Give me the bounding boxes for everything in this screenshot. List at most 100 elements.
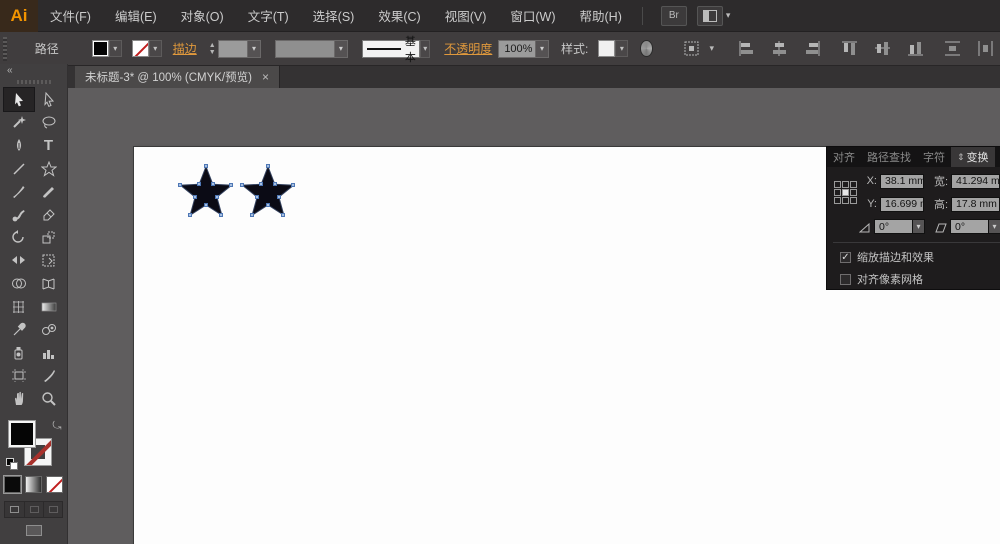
fill-swatch[interactable] <box>92 40 109 57</box>
collapse-panel-icon[interactable]: « <box>0 64 67 77</box>
gradient-tool[interactable] <box>34 295 64 318</box>
bridge-icon[interactable]: Br <box>661 6 687 26</box>
recolor-artwork-icon[interactable] <box>640 40 653 57</box>
line-segment-tool[interactable] <box>4 157 34 180</box>
align-center-vertical-icon[interactable] <box>874 40 891 57</box>
distribute-horizontal-icon[interactable] <box>977 40 994 57</box>
stroke-color-control[interactable]: ▾ <box>132 40 162 57</box>
eyedropper-tool[interactable] <box>4 318 34 341</box>
blend-tool[interactable] <box>34 318 64 341</box>
perspective-grid-tool[interactable] <box>34 272 64 295</box>
tab-pathfinder[interactable]: 路径查找 <box>861 147 917 167</box>
reference-point-locator[interactable] <box>834 181 857 204</box>
align-center-horizontal-icon[interactable] <box>771 40 788 57</box>
stepper-up-icon[interactable]: ▲ <box>209 42 216 49</box>
selection-tool[interactable] <box>4 88 34 111</box>
star-shape-2[interactable] <box>241 164 295 222</box>
opacity-select[interactable]: 100% ▾ <box>498 40 549 58</box>
fill-color-box[interactable] <box>8 420 36 448</box>
brush-dropdown-icon[interactable]: ▾ <box>420 40 430 58</box>
y-input[interactable]: 16.699 m <box>880 197 924 212</box>
menu-help[interactable]: 帮助(H) <box>568 0 634 32</box>
pixel-grid-option[interactable]: 对齐像素网格 <box>840 271 1000 287</box>
chevron-down-icon[interactable]: ▾ <box>912 219 925 234</box>
menu-object[interactable]: 对象(O) <box>169 0 236 32</box>
style-control[interactable]: ▾ <box>598 40 628 57</box>
align-left-icon[interactable] <box>738 40 755 57</box>
width-input[interactable]: 41.294 m <box>951 174 1000 189</box>
stepper-down-icon[interactable]: ▼ <box>209 49 216 56</box>
pen-tool[interactable] <box>4 134 34 157</box>
chevron-down-icon[interactable]: ▾ <box>988 219 1000 234</box>
align-bottom-icon[interactable] <box>907 40 924 57</box>
distribute-vertical-icon[interactable] <box>944 40 961 57</box>
mesh-tool[interactable] <box>4 295 34 318</box>
color-mode-button[interactable] <box>4 476 21 493</box>
stroke-dropdown-icon[interactable]: ▾ <box>149 40 162 57</box>
default-fill-stroke-icon[interactable] <box>6 458 18 470</box>
shear-select[interactable]: 0° ▾ <box>950 219 1000 234</box>
align-right-icon[interactable] <box>804 40 821 57</box>
stroke-swatch-none[interactable] <box>132 40 149 57</box>
style-swatch[interactable] <box>598 40 615 57</box>
zoom-tool[interactable] <box>34 387 64 410</box>
tools-grip[interactable] <box>17 80 51 84</box>
lasso-tool[interactable] <box>34 111 64 134</box>
artboard-tool[interactable] <box>4 364 34 387</box>
workspace-switcher[interactable]: ▾ <box>687 6 731 26</box>
rotate-select[interactable]: 0° ▾ <box>874 219 925 234</box>
align-to-selector[interactable]: ▾ <box>677 40 714 57</box>
gradient-mode-button[interactable] <box>25 476 42 493</box>
checkbox-unchecked-icon[interactable] <box>840 274 851 285</box>
direct-selection-tool[interactable] <box>34 88 64 111</box>
opacity-panel-link[interactable]: 不透明度 <box>444 40 492 57</box>
screen-mode-button[interactable] <box>26 525 42 536</box>
free-transform-tool[interactable] <box>34 249 64 272</box>
stroke-width-select[interactable]: ▾ <box>218 40 261 58</box>
scale-strokes-option[interactable]: ✓ 缩放描边和效果 <box>840 249 1000 265</box>
tab-character[interactable]: 字符 <box>917 147 951 167</box>
star-shape-1[interactable] <box>179 164 233 222</box>
shear-value[interactable]: 0° <box>950 219 988 234</box>
menu-window[interactable]: 窗口(W) <box>498 0 567 32</box>
menu-view[interactable]: 视图(V) <box>433 0 499 32</box>
width-tool[interactable] <box>4 249 34 272</box>
menu-type[interactable]: 文字(T) <box>236 0 301 32</box>
width-profile-select[interactable]: ▾ <box>275 40 348 58</box>
panel-grip[interactable] <box>3 37 7 61</box>
menu-select[interactable]: 选择(S) <box>301 0 367 32</box>
hand-tool[interactable] <box>4 387 34 410</box>
stroke-panel-link[interactable]: 描边 <box>173 40 197 57</box>
symbol-sprayer-tool[interactable] <box>4 341 34 364</box>
close-icon[interactable]: × <box>262 70 269 84</box>
scale-tool[interactable] <box>34 226 64 249</box>
magic-wand-tool[interactable] <box>4 111 34 134</box>
align-top-icon[interactable] <box>841 40 858 57</box>
blob-brush-tool[interactable] <box>4 203 34 226</box>
style-dropdown-icon[interactable]: ▾ <box>615 40 628 57</box>
eraser-tool[interactable] <box>34 203 64 226</box>
column-graph-tool[interactable] <box>34 341 64 364</box>
brush-definition-select[interactable]: 基本 <box>362 40 420 58</box>
checkbox-checked-icon[interactable]: ✓ <box>840 252 851 263</box>
pencil-tool[interactable] <box>34 180 64 203</box>
menu-file[interactable]: 文件(F) <box>38 0 103 32</box>
star-shape-tool[interactable] <box>34 157 64 180</box>
fill-dropdown-icon[interactable]: ▾ <box>109 40 122 57</box>
height-input[interactable]: 17.8 mm <box>951 197 1000 212</box>
stroke-width-stepper[interactable]: ▲ ▼ <box>209 42 216 56</box>
draw-inside-icon[interactable] <box>43 502 62 517</box>
shape-builder-tool[interactable] <box>4 272 34 295</box>
paintbrush-tool[interactable] <box>4 180 34 203</box>
fill-color-control[interactable]: ▾ <box>92 40 122 57</box>
swap-fill-stroke-icon[interactable]: ⤿ <box>52 420 61 433</box>
x-input[interactable]: 38.1 mm <box>880 174 924 189</box>
document-tab[interactable]: 未标题-3* @ 100% (CMYK/预览) × <box>75 66 280 88</box>
none-mode-button[interactable] <box>46 476 63 493</box>
draw-normal-icon[interactable] <box>5 502 24 517</box>
type-tool[interactable]: T <box>34 134 64 157</box>
draw-behind-icon[interactable] <box>24 502 43 517</box>
tab-align[interactable]: 对齐 <box>827 147 861 167</box>
rotate-value[interactable]: 0° <box>874 219 912 234</box>
tab-transform[interactable]: ⇕ 变换 <box>951 147 995 167</box>
